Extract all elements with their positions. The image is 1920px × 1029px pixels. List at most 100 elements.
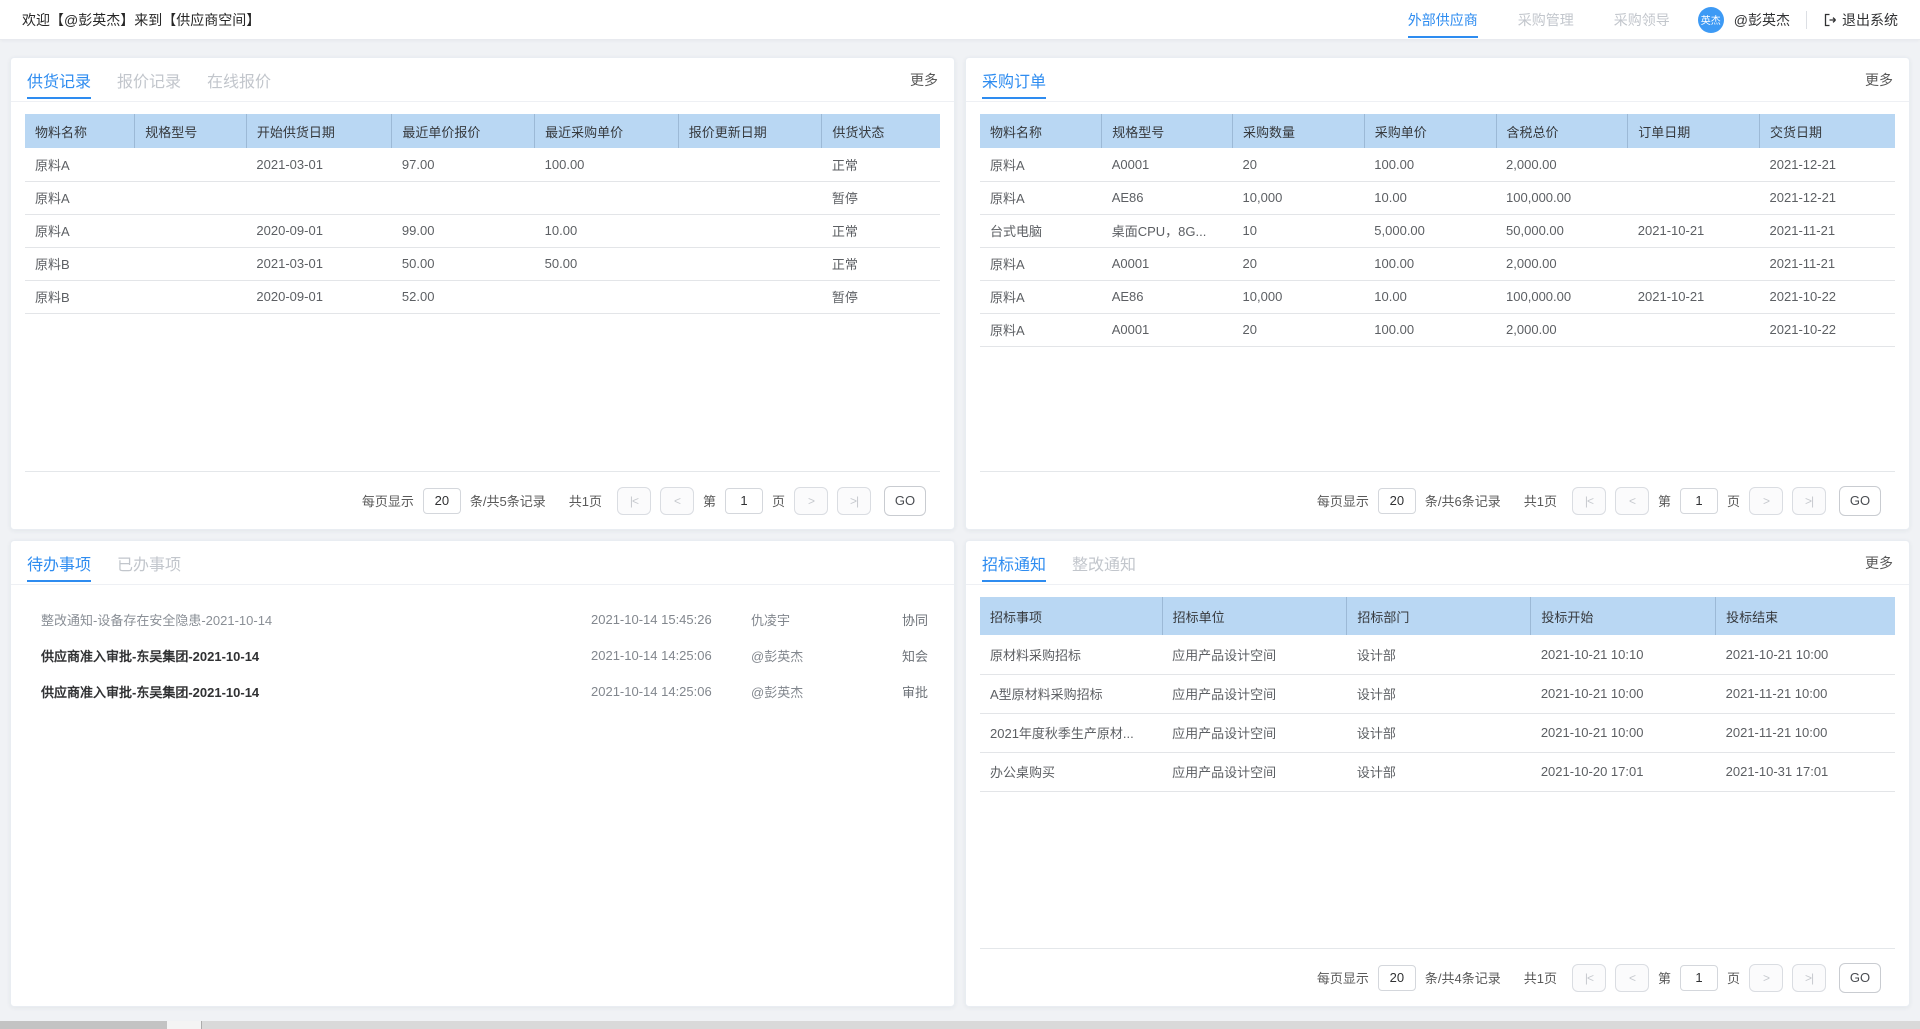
tab-purchase-orders[interactable]: 采购订单 (982, 68, 1046, 92)
todo-person: @彭英杰 (751, 646, 886, 665)
nav-external-supplier[interactable]: 外部供应商 (1408, 10, 1478, 30)
first-page-button[interactable]: |< (617, 487, 651, 515)
table-row[interactable]: 台式电脑桌面CPU，8G...105,000.0050,000.002021-1… (980, 214, 1895, 247)
tab-online-quote[interactable]: 在线报价 (207, 68, 271, 92)
table-row[interactable]: 原料A暂停 (25, 181, 940, 214)
tab-rectification-notices[interactable]: 整改通知 (1072, 551, 1136, 575)
table-cell (392, 181, 535, 214)
prev-page-button[interactable]: < (660, 487, 694, 515)
page-number-input[interactable] (1680, 965, 1718, 991)
table-cell: 99.00 (392, 214, 535, 247)
table-row[interactable]: 原料A2021-03-0197.00100.00正常 (25, 148, 940, 181)
tab-done-items[interactable]: 已办事项 (117, 551, 181, 575)
scrollbar-track[interactable] (202, 1021, 1920, 1029)
tab-bidding-notices[interactable]: 招标通知 (982, 551, 1046, 575)
table-cell: 台式电脑 (980, 214, 1102, 247)
table-cell (246, 181, 391, 214)
table-cell: 2020-09-01 (246, 280, 391, 313)
table-cell: 桌面CPU，8G... (1102, 214, 1233, 247)
table-cell: 应用产品设计空间 (1162, 752, 1347, 791)
last-page-button[interactable]: >| (1792, 964, 1826, 992)
horizontal-scrollbar[interactable] (0, 1021, 1920, 1029)
next-page-button[interactable]: > (794, 487, 828, 515)
table-row[interactable]: 原材料采购招标应用产品设计空间设计部2021-10-21 10:102021-1… (980, 635, 1895, 674)
orders-more-link[interactable]: 更多 (1865, 70, 1893, 90)
table-row[interactable]: 办公桌购买应用产品设计空间设计部2021-10-20 17:012021-10-… (980, 752, 1895, 791)
first-page-button[interactable]: |< (1572, 487, 1606, 515)
table-cell: A0001 (1102, 313, 1233, 346)
table-cell: 设计部 (1347, 752, 1531, 791)
page-suffix-label: 页 (772, 491, 785, 510)
last-page-button[interactable]: >| (1792, 487, 1826, 515)
table-cell (135, 214, 247, 247)
table-cell: A0001 (1102, 247, 1233, 280)
table-row[interactable]: 原料AA000120100.002,000.002021-12-21 (980, 148, 1895, 181)
top-header: 欢迎【@彭英杰】来到【供应商空间】 外部供应商 采购管理 采购领导 英杰 @彭英… (0, 0, 1920, 40)
tab-quote-records[interactable]: 报价记录 (117, 68, 181, 92)
table-cell: 100.00 (535, 148, 679, 181)
next-page-button[interactable]: > (1749, 487, 1783, 515)
table-row[interactable]: 原料B2021-03-0150.0050.00正常 (25, 247, 940, 280)
table-cell: 原料A (980, 313, 1102, 346)
page-number-input[interactable] (725, 488, 763, 514)
purchase-orders-table: 物料名称规格型号采购数量采购单价含税总价订单日期交货日期原料AA00012010… (980, 114, 1895, 347)
table-row[interactable]: 原料B2020-09-0152.00暂停 (25, 280, 940, 313)
tab-supply-records[interactable]: 供货记录 (27, 68, 91, 92)
todo-title: 整改通知-设备存在安全隐患-2021-10-14 (41, 610, 591, 629)
table-row[interactable]: 2021年度秋季生产原材...应用产品设计空间设计部2021-10-21 10:… (980, 713, 1895, 752)
table-cell: 100.00 (1364, 148, 1496, 181)
todo-item[interactable]: 整改通知-设备存在安全隐患-2021-10-14 2021-10-14 15:4… (11, 601, 954, 637)
todo-action-badge: 审批 (886, 682, 928, 701)
tab-todo-items[interactable]: 待办事项 (27, 551, 91, 575)
bidding-more-link[interactable]: 更多 (1865, 553, 1893, 573)
go-button[interactable]: GO (884, 486, 926, 516)
page-size-input[interactable] (423, 488, 461, 514)
todo-item[interactable]: 供应商准入审批-东吴集团-2021-10-14 2021-10-14 14:25… (11, 637, 954, 673)
table-cell: 原料A (25, 214, 135, 247)
table-row[interactable]: 原料AA000120100.002,000.002021-11-21 (980, 247, 1895, 280)
table-cell: 原料A (25, 181, 135, 214)
table-cell: 50.00 (392, 247, 535, 280)
table-row[interactable]: 原料AA000120100.002,000.002021-10-22 (980, 313, 1895, 346)
scrollbar-thumb[interactable] (0, 1021, 167, 1029)
table-cell: 应用产品设计空间 (1162, 635, 1347, 674)
page-number-input[interactable] (1680, 488, 1718, 514)
table-row[interactable]: 原料AAE8610,00010.00100,000.002021-12-21 (980, 181, 1895, 214)
table-cell: 100.00 (1364, 313, 1496, 346)
go-button[interactable]: GO (1839, 963, 1881, 993)
per-page-label: 每页显示 (362, 491, 414, 510)
first-page-button[interactable]: |< (1572, 964, 1606, 992)
todo-title: 供应商准入审批-东吴集团-2021-10-14 (41, 646, 591, 665)
go-button[interactable]: GO (1839, 486, 1881, 516)
bidding-panel-header: 招标通知 整改通知 更多 (966, 541, 1909, 585)
table-cell (535, 181, 679, 214)
table-row[interactable]: A型原材料采购招标应用产品设计空间设计部2021-10-21 10:002021… (980, 674, 1895, 713)
supply-more-link[interactable]: 更多 (910, 70, 938, 90)
top-navigation: 外部供应商 采购管理 采购领导 英杰 @彭英杰 退出系统 (1368, 7, 1898, 33)
table-row[interactable]: 原料AAE8610,00010.00100,000.002021-10-2120… (980, 280, 1895, 313)
avatar[interactable]: 英杰 (1698, 7, 1724, 33)
per-page-label: 每页显示 (1317, 491, 1369, 510)
table-header-row: 物料名称规格型号采购数量采购单价含税总价订单日期交货日期 (980, 114, 1895, 148)
todo-item[interactable]: 供应商准入审批-东吴集团-2021-10-14 2021-10-14 14:25… (11, 673, 954, 709)
column-header: 投标开始 (1531, 597, 1716, 635)
logout-button[interactable]: 退出系统 (1823, 10, 1898, 30)
table-cell: 设计部 (1347, 713, 1531, 752)
last-page-button[interactable]: >| (837, 487, 871, 515)
next-page-button[interactable]: > (1749, 964, 1783, 992)
table-cell (678, 148, 822, 181)
nav-procurement-management[interactable]: 采购管理 (1518, 10, 1574, 30)
page-size-input[interactable] (1378, 488, 1416, 514)
total-pages-label: 共1页 (1524, 491, 1557, 510)
prev-page-button[interactable]: < (1615, 487, 1649, 515)
column-header: 供货状态 (822, 114, 940, 148)
table-cell: 2,000.00 (1496, 313, 1628, 346)
table-cell: 2021-10-21 10:00 (1716, 635, 1895, 674)
table-cell: 设计部 (1347, 674, 1531, 713)
total-pages-label: 共1页 (569, 491, 602, 510)
todo-time: 2021-10-14 14:25:06 (591, 684, 751, 699)
table-row[interactable]: 原料A2020-09-0199.0010.00正常 (25, 214, 940, 247)
prev-page-button[interactable]: < (1615, 964, 1649, 992)
page-size-input[interactable] (1378, 965, 1416, 991)
nav-procurement-leader[interactable]: 采购领导 (1614, 10, 1670, 30)
